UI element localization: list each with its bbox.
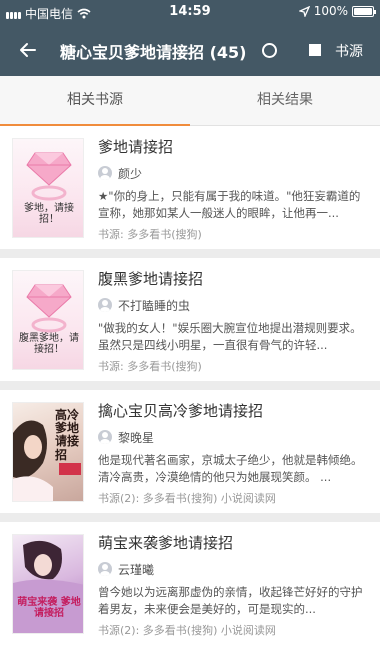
cover-title: 腹黑爹地，请接招！ bbox=[19, 333, 79, 355]
tab-related-results[interactable]: 相关结果 bbox=[190, 76, 380, 125]
page-title: 糖心宝贝爹地请接招 (45) bbox=[60, 43, 247, 62]
book-source: 书源(2): 多多看书(搜狗) 小说阅读网 bbox=[98, 492, 276, 505]
book-info: 腹黑爹地请接招 不打瞌睡的虫 "做我的女人！"娱乐圈大腕宣位地提出潜规则要求。 … bbox=[98, 268, 368, 374]
book-item[interactable]: 高冷爹地请接招 擒心宝贝高冷爹地请接招 黎晚星 他是现代著名画家，京城太子绝少，… bbox=[0, 390, 380, 513]
tab-related-sources[interactable]: 相关书源 bbox=[0, 76, 190, 125]
author-name: 云瑾曦 bbox=[118, 562, 155, 577]
book-source: 书源: 多多看书(搜狗) bbox=[98, 360, 202, 373]
book-cover[interactable]: 爹地，请接招！ bbox=[12, 138, 84, 238]
circle-icon[interactable] bbox=[262, 43, 277, 58]
book-description: 曾今她以为远离那虚伪的亲情，收起锋芒好好的守护着男友，未来便会是美好的，可是现实… bbox=[98, 585, 363, 616]
book-info: 爹地请接招 颜少 ★"你的身上，只能有属于我的味道。"他狂妄霸道的宣称，她那如某… bbox=[98, 136, 368, 242]
book-title[interactable]: 腹黑爹地请接招 bbox=[98, 268, 368, 290]
location-arrow-icon bbox=[298, 5, 310, 17]
author-name: 颜少 bbox=[118, 166, 143, 181]
diamond-ring-icon bbox=[26, 152, 72, 201]
user-icon bbox=[98, 562, 112, 576]
cover-illustration bbox=[13, 540, 83, 633]
book-title[interactable]: 爹地请接招 bbox=[98, 136, 368, 158]
cover-title: 萌宝来袭 爹地请接招 bbox=[17, 597, 81, 619]
book-item[interactable]: 萌宝来袭 爹地请接招 萌宝来袭爹地请接招 云瑾曦 曾今她以为远离那虚伪的亲情，收… bbox=[0, 522, 380, 650]
book-source: 书源(2): 多多看书(搜狗) 小说阅读网 bbox=[98, 624, 276, 637]
book-item[interactable]: 腹黑爹地，请接招！ 腹黑爹地请接招 不打瞌睡的虫 "做我的女人！"娱乐圈大腕宣位… bbox=[0, 258, 380, 381]
battery-percent: 100% bbox=[313, 4, 348, 18]
book-description: 他是现代著名画家，京城太子绝少，他就是韩倾绝。清冷高贵，冷漠绝情的他只为她展现笑… bbox=[98, 453, 363, 484]
battery-fill bbox=[354, 7, 372, 15]
user-icon bbox=[98, 298, 112, 312]
book-cover[interactable]: 腹黑爹地，请接招！ bbox=[12, 270, 84, 370]
cover-title: 高冷爹地请接招 bbox=[55, 408, 80, 462]
user-icon bbox=[98, 430, 112, 444]
author-row: 颜少 bbox=[98, 164, 368, 182]
author-name: 黎晚星 bbox=[118, 430, 155, 445]
book-source: 书源: 多多看书(搜狗) bbox=[98, 228, 202, 241]
book-title[interactable]: 萌宝来袭爹地请接招 bbox=[98, 532, 368, 554]
cover-title: 爹地，请接招！ bbox=[24, 203, 74, 225]
tab-bar: 相关书源 相关结果 bbox=[0, 76, 380, 126]
author-name: 不打瞌睡的虫 bbox=[118, 298, 191, 313]
status-bar: 中国电信 14:59 100% bbox=[0, 0, 380, 24]
status-right: 100% bbox=[298, 4, 376, 18]
book-info: 萌宝来袭爹地请接招 云瑾曦 曾今她以为远离那虚伪的亲情，收起锋芒好好的守护着男友… bbox=[98, 532, 368, 638]
diamond-ring-icon bbox=[26, 284, 72, 333]
book-item[interactable]: 爹地，请接招！ 爹地请接招 颜少 ★"你的身上，只能有属于我的味道。"他狂妄霸道… bbox=[0, 126, 380, 249]
author-row: 黎晚星 bbox=[98, 428, 368, 446]
book-info: 擒心宝贝高冷爹地请接招 黎晚星 他是现代著名画家，京城太子绝少，他就是韩倾绝。清… bbox=[98, 400, 368, 506]
author-row: 云瑾曦 bbox=[98, 560, 368, 578]
square-icon[interactable] bbox=[309, 44, 321, 56]
book-cover[interactable]: 高冷爹地请接招 bbox=[12, 402, 84, 502]
book-description: ★"你的身上，只能有属于我的味道。"他狂妄霸道的宣称，她那如某人一般迷人的眼眸，… bbox=[98, 189, 361, 220]
book-title[interactable]: 擒心宝贝高冷爹地请接招 bbox=[98, 400, 368, 422]
author-row: 不打瞌睡的虫 bbox=[98, 296, 368, 314]
book-description: "做我的女人！"娱乐圈大腕宣位地提出潜规则要求。 虽然只是四线小明星，一直很有骨… bbox=[98, 321, 362, 352]
back-button[interactable] bbox=[14, 36, 42, 64]
user-icon bbox=[98, 166, 112, 180]
title-bar: 糖心宝贝爹地请接招 (45) 书源 bbox=[0, 24, 380, 76]
source-button[interactable]: 书源 bbox=[335, 41, 363, 61]
book-cover[interactable]: 萌宝来袭 爹地请接招 bbox=[12, 534, 84, 634]
arrow-left-icon bbox=[20, 43, 36, 57]
battery-icon bbox=[352, 5, 376, 17]
